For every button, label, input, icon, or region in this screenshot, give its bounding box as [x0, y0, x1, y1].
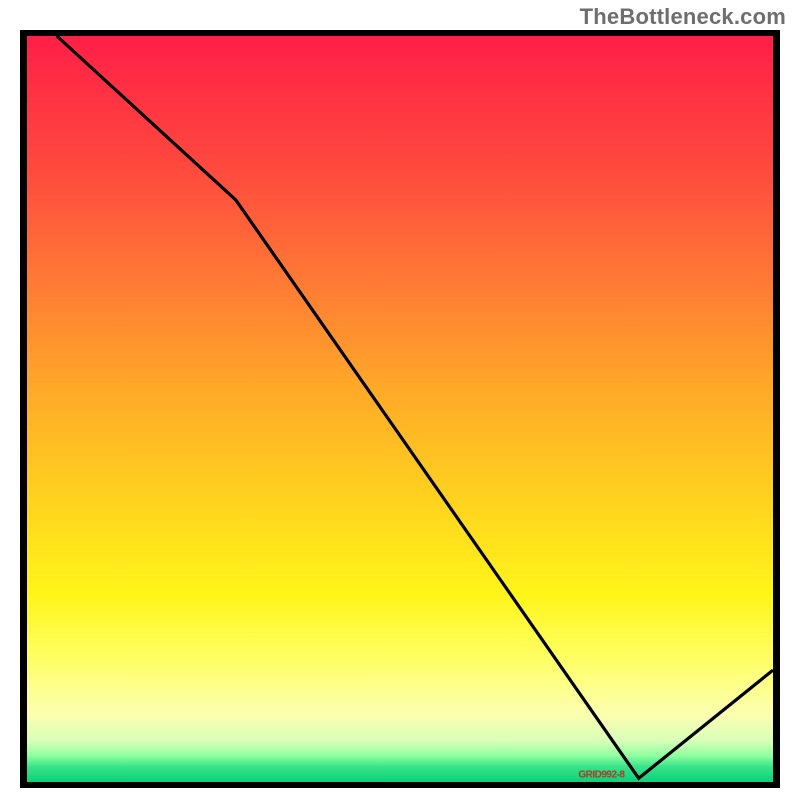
curve-svg	[27, 36, 773, 782]
bottleneck-curve-path	[57, 36, 773, 778]
chart-frame: TheBottleneck.com GRID992-8	[0, 0, 800, 800]
attribution-label: TheBottleneck.com	[580, 4, 786, 30]
minimum-annotation: GRID992-8	[578, 769, 624, 780]
plot-area: GRID992-8	[20, 30, 780, 788]
